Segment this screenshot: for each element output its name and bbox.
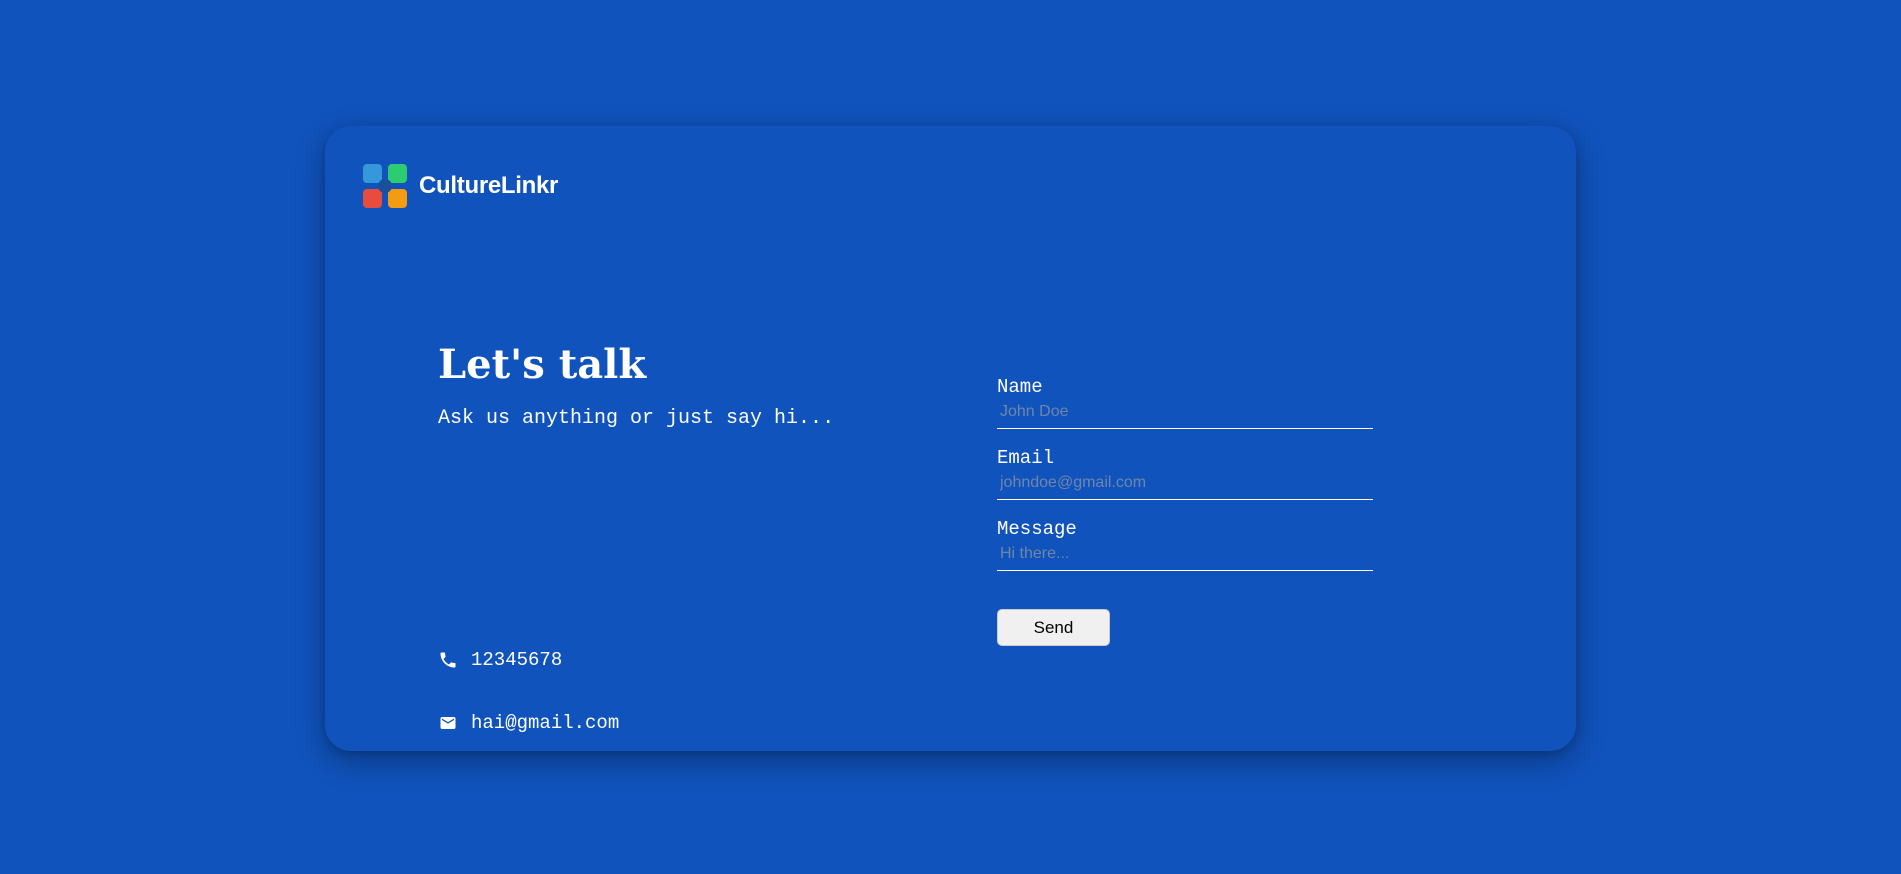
logo-square-orange	[388, 189, 407, 208]
message-label: Message	[997, 518, 1077, 540]
page-title: Let's talk	[438, 341, 647, 388]
email-contact: hai@gmail.com	[438, 712, 619, 734]
name-input[interactable]	[997, 398, 1373, 429]
email-address: hai@gmail.com	[471, 712, 620, 734]
brand-name: CultureLinkr	[419, 172, 559, 199]
mail-icon	[438, 713, 458, 733]
page-subtitle: Ask us anything or just say hi...	[438, 407, 835, 430]
message-field-group: Message	[997, 518, 1373, 571]
contact-card: CultureLinkr Let's talk Ask us anything …	[325, 126, 1576, 751]
logo-center-dot	[378, 179, 392, 193]
send-button[interactable]: Send	[997, 609, 1110, 646]
message-input[interactable]	[997, 540, 1373, 571]
email-field-group: Email	[997, 447, 1373, 500]
contact-form: Name Email Message Send	[997, 376, 1373, 646]
phone-icon	[438, 650, 458, 670]
name-label: Name	[997, 376, 1043, 398]
email-label: Email	[997, 447, 1055, 469]
name-field-group: Name	[997, 376, 1373, 429]
brand[interactable]: CultureLinkr	[363, 164, 558, 208]
email-input[interactable]	[997, 469, 1373, 500]
phone-number: 12345678	[471, 649, 563, 671]
four-squares-logo-icon	[363, 164, 407, 208]
logo-square-red	[363, 189, 382, 208]
phone-contact: 12345678	[438, 649, 562, 671]
intro-section: Let's talk Ask us anything or just say h…	[438, 341, 888, 734]
logo-square-green	[388, 164, 407, 183]
